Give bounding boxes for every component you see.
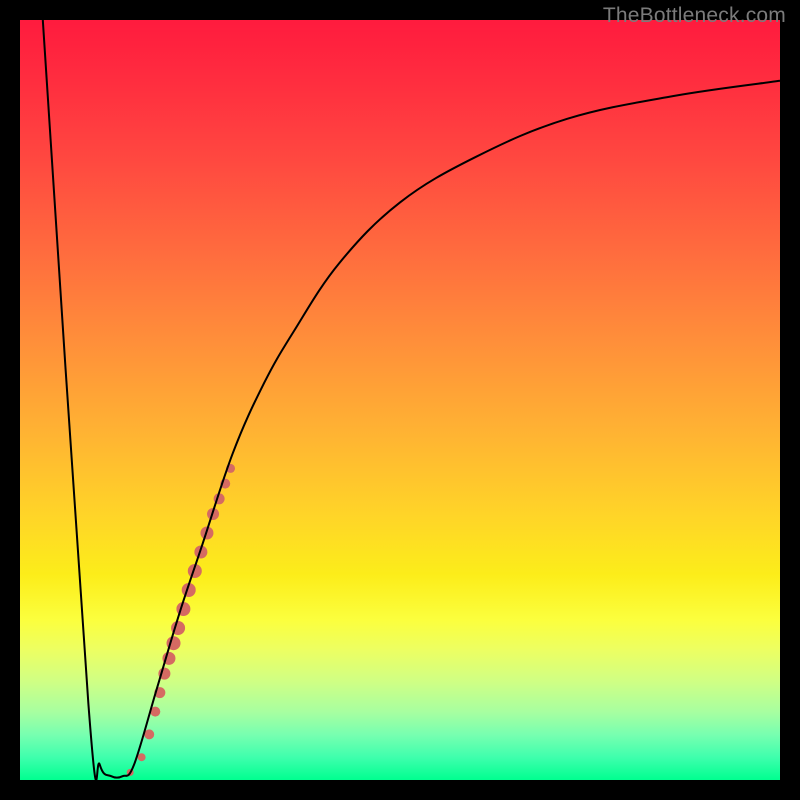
bottleneck-curve [43, 20, 780, 780]
chart-svg [0, 0, 800, 800]
watermark-text: TheBottleneck.com [603, 4, 786, 28]
data-marker [138, 753, 146, 761]
chart-group [43, 20, 780, 780]
